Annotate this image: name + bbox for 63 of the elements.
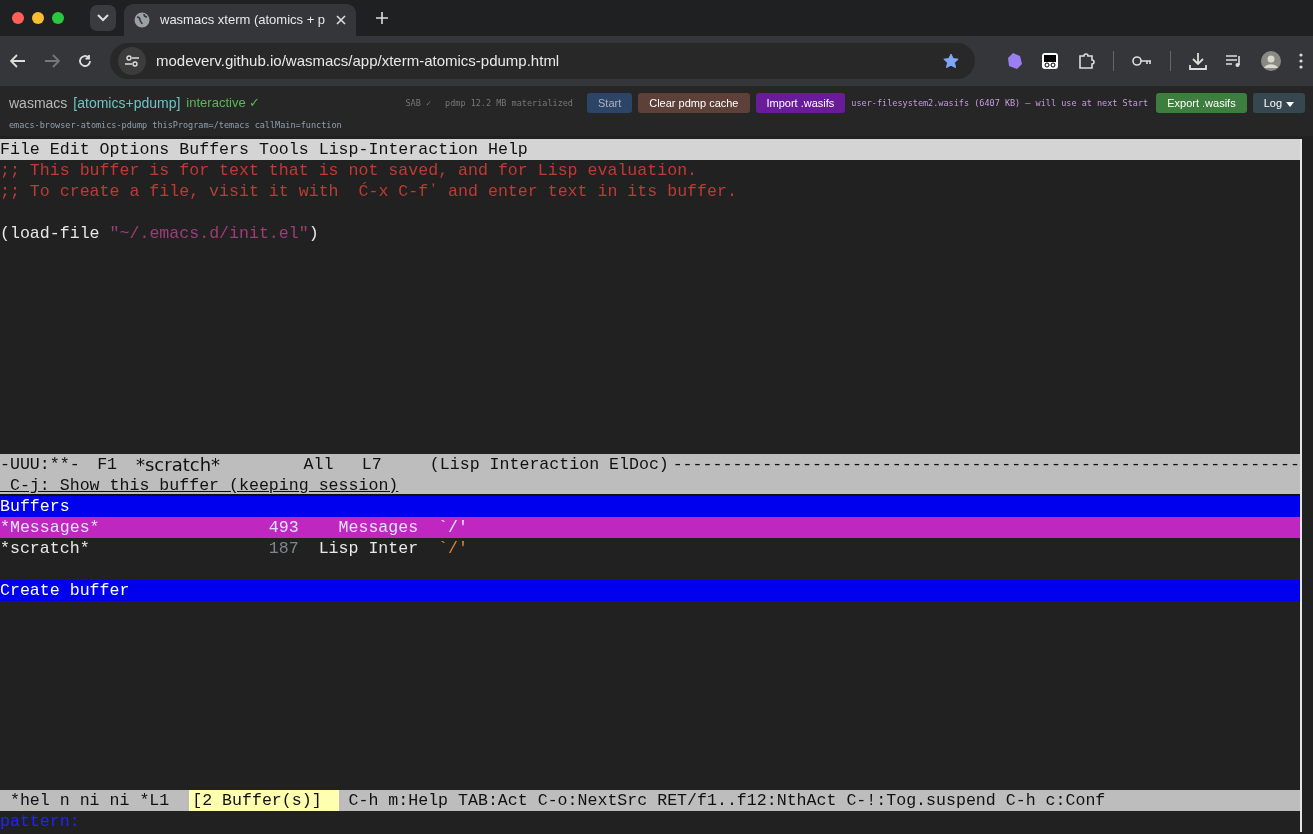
key-icon[interactable]	[1132, 55, 1152, 67]
buffer-flags: -UUU:**-	[0, 454, 81, 475]
subtitle: emacs-browser-atomics-pdump thisProgram=/temacs callMain=function	[9, 119, 343, 132]
import-status: user-filesystem2.wasifs (6407 KB) — will use at next Start	[851, 96, 1149, 110]
code-line: (load-file "~/.emacs.d/init.el")	[0, 224, 319, 243]
helm-header: C-j: Show this buffer (keeping session)	[0, 475, 1300, 496]
minimize-window-button[interactable]	[32, 12, 44, 24]
comment-line: ;; This buffer is for text that is not saved, and for Lisp evaluation.	[0, 161, 698, 180]
helm-buffer-name: *hel n ni ni *	[8, 790, 150, 811]
robot-face-icon[interactable]	[1041, 52, 1059, 70]
prompt-label: pattern:	[0, 812, 80, 831]
clear-button[interactable]: Clear pdmp cache	[638, 93, 750, 113]
export-button[interactable]: Export .wasifs	[1156, 93, 1247, 113]
avatar-icon[interactable]	[1261, 51, 1281, 71]
buffer-position: All	[303, 454, 335, 475]
buffer-row[interactable]: *Messages* 493 Messages `/'	[0, 517, 1300, 538]
build-variant: [atomics+pdump]	[73, 93, 181, 113]
back-icon[interactable]	[10, 54, 26, 68]
line-number: L7	[361, 454, 383, 475]
frame-name: F1	[97, 454, 119, 475]
close-icon[interactable]	[336, 15, 346, 25]
crystal-icon[interactable]	[1007, 52, 1023, 70]
menu-item[interactable]: Lisp-Interaction	[318, 140, 478, 159]
puzzle-piece-icon[interactable]	[1077, 52, 1095, 70]
menu-item[interactable]: File	[0, 140, 40, 159]
close-window-button[interactable]	[12, 12, 24, 24]
address-bar[interactable]: modeverv.github.io/wasmacs/app/xterm-atomics-pdump.html	[110, 43, 975, 79]
download-icon[interactable]	[1189, 52, 1207, 70]
pdmp-status: pdmp 12.2 MB materialized	[445, 96, 573, 110]
tab-title: wasmacs xterm (atomics + p	[160, 11, 326, 30]
url-text: modeverv.github.io/wasmacs/app/xterm-atomics-pdump.html	[156, 50, 561, 71]
star-icon[interactable]	[943, 53, 959, 69]
menu-item[interactable]: Help	[487, 140, 528, 159]
mode-line-fill: ---------------------------------------------------------------	[672, 454, 1300, 475]
new-tab-icon[interactable]	[376, 12, 388, 24]
source-header: Create buffer	[0, 580, 1300, 601]
menu-item[interactable]: Buffers	[179, 140, 249, 159]
playlist-icon[interactable]	[1225, 54, 1243, 68]
buffer-name: *scratch*	[136, 454, 222, 475]
chevron-down-icon	[97, 14, 109, 22]
more-menu-icon[interactable]	[1299, 53, 1303, 69]
globe-icon	[134, 12, 150, 28]
source-header: Buffers	[0, 496, 1300, 517]
menu-item[interactable]: Edit	[49, 140, 90, 159]
sab-status: SAB ✓	[405, 96, 432, 110]
status-text: interactive ✓	[186, 94, 261, 113]
line-number: L1	[149, 790, 171, 811]
buffer-row[interactable]: *scratch* 187 Lisp Inter `/'	[0, 538, 1300, 559]
menu-item[interactable]: Tools	[258, 140, 309, 159]
maximize-window-button[interactable]	[52, 12, 64, 24]
menu-item[interactable]: Options	[99, 140, 170, 159]
tune-icon[interactable]	[125, 55, 139, 67]
major-mode: (Lisp Interaction ElDoc)	[429, 454, 670, 475]
tab-list-button[interactable]	[90, 5, 116, 31]
comment-line: ;; To create a file, visit it with Ć-x C-fʼ and enter text in its buffer.	[0, 182, 737, 201]
candidate-count: [2 Buffer(s)]	[189, 790, 339, 811]
log-dropdown-button[interactable]: Log	[1252, 93, 1305, 113]
import-button[interactable]: Import .wasifs	[755, 93, 846, 113]
reload-icon[interactable]	[78, 54, 92, 68]
app-title: wasmacs	[9, 93, 68, 113]
caret-icon	[1286, 101, 1294, 107]
key-help: C-h m:Help TAB:Act C-o:NextSrc RET/f1..f12:NthAct C-!:Tog.suspend C-h c:Conf	[348, 790, 1106, 811]
browser-tab[interactable]: wasmacs xterm (atomics + p	[124, 4, 356, 36]
